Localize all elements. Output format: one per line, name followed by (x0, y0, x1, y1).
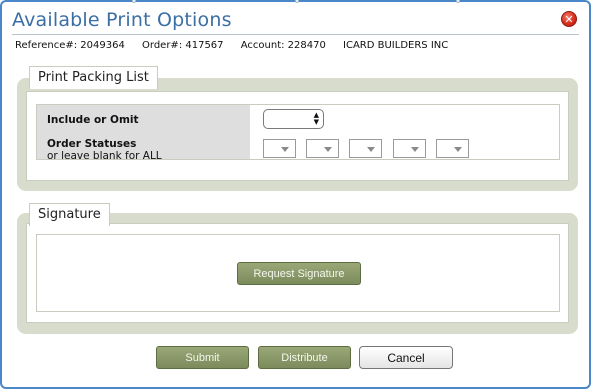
close-icon: ✕ (564, 12, 574, 26)
frame-handle (295, 0, 299, 3)
include-omit-select[interactable]: ▲ ▼ (263, 109, 324, 129)
packing-list-section: Include or Omit Order Statuses or leave … (17, 66, 578, 191)
reference-number: Reference#: 2049364 (15, 40, 125, 51)
dropdown-arrow-icon (367, 147, 375, 152)
distribute-button[interactable]: Distribute (258, 346, 351, 369)
status-select-3[interactable] (349, 139, 382, 158)
dropdown-arrow-icon (324, 147, 332, 152)
frame-handle (456, 0, 460, 3)
packing-list-legend: Print Packing List (29, 66, 158, 89)
dialog-title: Available Print Options (12, 9, 232, 31)
signature-legend: Signature (29, 203, 110, 226)
order-statuses-label: Order Statuses (47, 138, 137, 150)
packing-labels-column: Include or Omit Order Statuses or leave … (37, 105, 250, 162)
status-select-5[interactable] (436, 139, 469, 158)
order-statuses-hint: or leave blank for ALL (47, 150, 162, 162)
dropdown-arrow-icon (411, 147, 419, 152)
updown-arrows-icon: ▲ ▼ (313, 111, 319, 126)
order-info-bar: Reference#: 2049364 Order#: 417567 Accou… (15, 40, 462, 51)
request-signature-button[interactable]: Request Signature (237, 262, 361, 285)
include-omit-label: Include or Omit (47, 114, 139, 126)
dropdown-arrow-icon (281, 147, 289, 152)
title-divider (12, 34, 579, 35)
dropdown-arrow-icon (454, 147, 462, 152)
account-number: Account: 228470 (240, 40, 326, 51)
status-select-1[interactable] (263, 139, 296, 158)
packing-list-panel: Include or Omit Order Statuses or leave … (26, 91, 569, 181)
submit-button[interactable]: Submit (156, 346, 249, 369)
status-select-2[interactable] (306, 139, 339, 158)
company-name: ICARD BUILDERS INC (343, 40, 449, 51)
frame-handle (132, 0, 136, 3)
status-select-4[interactable] (393, 139, 426, 158)
cancel-button[interactable]: Cancel (359, 346, 453, 369)
close-button[interactable]: ✕ (561, 11, 577, 27)
order-number: Order#: 417567 (142, 40, 224, 51)
